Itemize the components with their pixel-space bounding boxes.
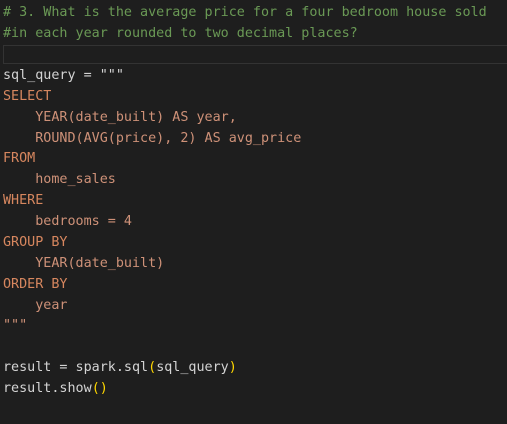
- code-line-order-col: year: [3, 298, 68, 313]
- code-line-where: WHERE: [3, 193, 44, 208]
- code-line-close-quote: """: [3, 318, 28, 333]
- code-line-col2: ROUND(AVG(price), 2) AS avg_price: [3, 131, 302, 146]
- close-paren: ): [228, 360, 237, 375]
- cell-separator: [3, 45, 507, 64]
- code-line-show: result.show(): [3, 379, 108, 400]
- code-line-condition: bedrooms = 4: [3, 214, 132, 229]
- result-assignment: result = spark.sql: [3, 360, 149, 375]
- comment-line-1: # 3. What is the average price for a fou…: [3, 5, 487, 20]
- code-line-col1: YEAR(date_built) AS year,: [3, 110, 237, 125]
- comment-line-2: #in each year rounded to two decimal pla…: [3, 26, 358, 41]
- result-argument: sql_query: [156, 360, 229, 375]
- show-parens: (): [91, 381, 108, 396]
- code-line-assign: sql_query = """: [3, 68, 124, 83]
- open-paren: (: [148, 360, 157, 375]
- code-line-result: result = spark.sql(sql_query): [3, 358, 237, 379]
- code-line-group-col: YEAR(date_built): [3, 256, 165, 271]
- code-line-group-by: GROUP BY: [3, 235, 68, 250]
- code-line-select: SELECT: [3, 89, 52, 104]
- code-editor[interactable]: # 3. What is the average price for a fou…: [0, 0, 507, 424]
- show-call: result.show: [3, 381, 92, 396]
- code-line-table: home_sales: [3, 172, 116, 187]
- code-line-from: FROM: [3, 151, 36, 166]
- code-line-order-by: ORDER BY: [3, 277, 68, 292]
